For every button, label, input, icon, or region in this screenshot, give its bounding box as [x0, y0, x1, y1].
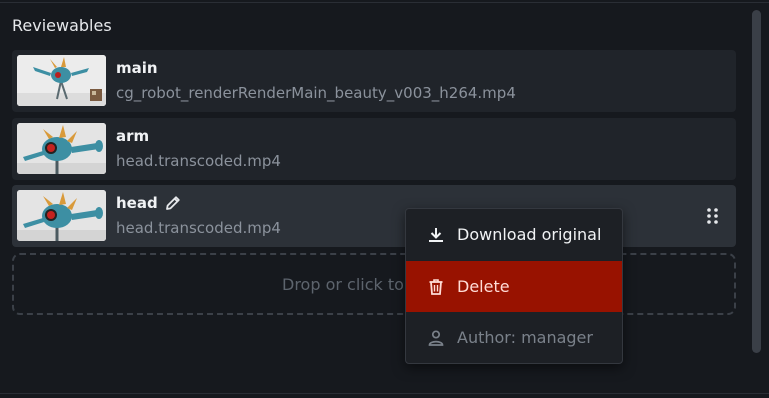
- menu-item-label: Delete: [457, 277, 510, 296]
- reviewable-filename: head.transcoded.mp4: [116, 219, 281, 237]
- trash-icon: [426, 277, 446, 297]
- download-icon: [426, 225, 446, 245]
- scrollbar[interactable]: [752, 10, 761, 353]
- person-icon: [426, 328, 446, 348]
- reviewable-card-main[interactable]: main cg_robot_renderRenderMain_beauty_v0…: [12, 50, 736, 112]
- reviewable-card-arm[interactable]: arm head.transcoded.mp4: [12, 118, 736, 180]
- bottom-divider: [0, 393, 769, 394]
- thumbnail-image: [17, 123, 106, 174]
- top-divider: [0, 2, 769, 3]
- upload-dropzone[interactable]: Drop or click to: [12, 253, 736, 315]
- reviewable-name: main: [116, 59, 158, 77]
- drag-handle-icon[interactable]: [704, 206, 722, 226]
- reviewable-name: head: [116, 194, 158, 212]
- dropzone-text: Drop or click to: [282, 275, 404, 294]
- menu-item-delete[interactable]: Delete: [406, 261, 622, 312]
- reviewable-filename: cg_robot_renderRenderMain_beauty_v003_h2…: [116, 84, 516, 102]
- thumbnail-image: [17, 190, 106, 241]
- menu-item-download-original[interactable]: Download original: [406, 209, 622, 260]
- panel-title: Reviewables: [12, 16, 112, 35]
- reviewable-name: arm: [116, 127, 150, 145]
- menu-item-label: Download original: [457, 225, 602, 244]
- thumbnail-image: [17, 55, 106, 106]
- context-menu: Download original Delete Author: manager: [405, 208, 623, 364]
- pencil-icon[interactable]: [164, 194, 182, 212]
- menu-item-label: Author: manager: [457, 328, 593, 347]
- reviewable-card-head[interactable]: head head.transcoded.mp4: [12, 185, 736, 247]
- menu-item-author: Author: manager: [406, 312, 622, 363]
- reviewable-filename: head.transcoded.mp4: [116, 152, 281, 170]
